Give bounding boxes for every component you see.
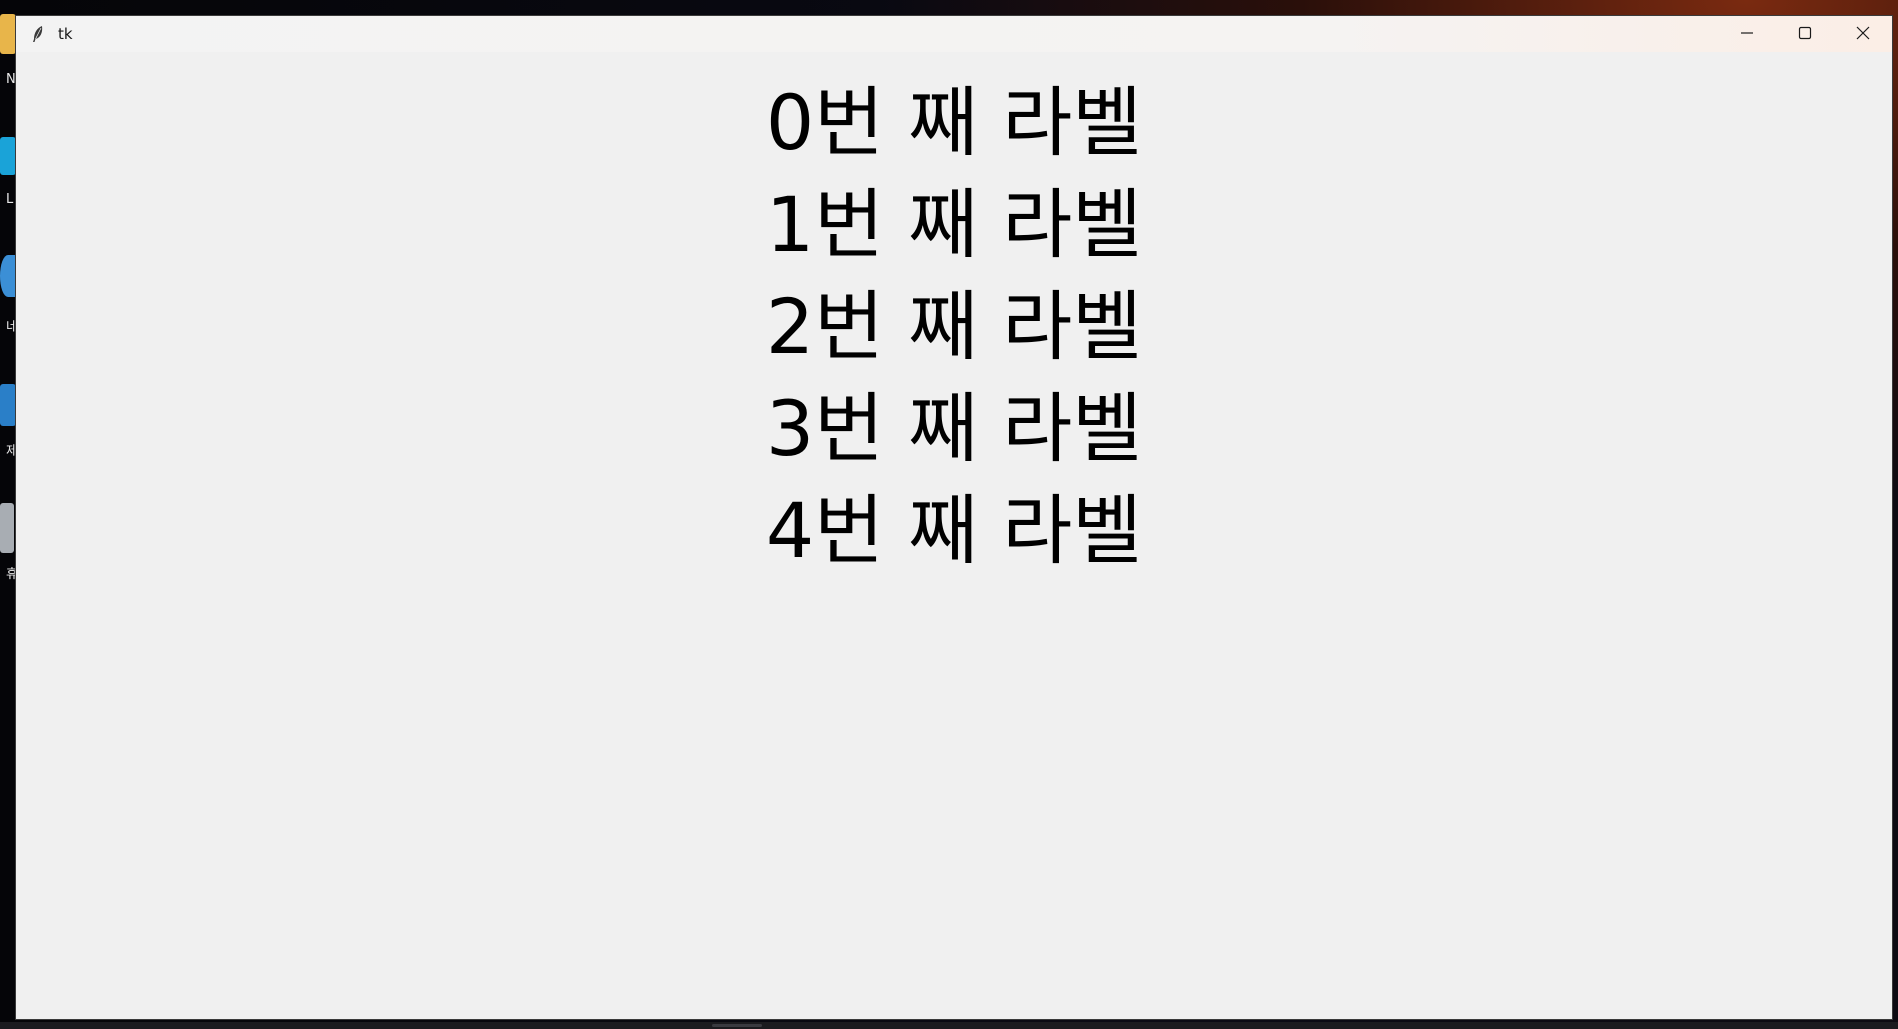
maximize-button[interactable]	[1776, 16, 1834, 52]
label-3: 3번 째 라벨	[765, 384, 1143, 473]
title-bar[interactable]: tk	[16, 16, 1892, 52]
recycle-bin-icon[interactable]	[0, 503, 14, 553]
maximize-icon	[1798, 25, 1812, 44]
taskbar-indicator	[712, 1024, 762, 1027]
label-4: 4번 째 라벨	[765, 486, 1143, 575]
minimize-button[interactable]	[1718, 16, 1776, 52]
feather-icon	[30, 26, 46, 42]
app-shortcut-icon[interactable]	[0, 137, 16, 175]
label-stack: 0번 째 라벨 1번 째 라벨 2번 째 라벨 3번 째 라벨 4번 째 라벨	[16, 72, 1892, 582]
tk-window: tk 0번 째 라벨 1번 째 라벨 2번 째 라벨 3번 째 라벨 4번 째 …	[16, 16, 1892, 1019]
window-title: tk	[58, 25, 73, 43]
taskbar-edge	[0, 1022, 1898, 1029]
window-client-area: 0번 째 라벨 1번 째 라벨 2번 째 라벨 3번 째 라벨 4번 째 라벨	[16, 52, 1892, 1019]
minimize-icon	[1740, 25, 1754, 44]
close-button[interactable]	[1834, 16, 1892, 52]
network-icon[interactable]	[0, 255, 16, 297]
label-2: 2번 째 라벨	[765, 282, 1143, 371]
caption-buttons	[1718, 16, 1892, 52]
label-1: 1번 째 라벨	[765, 180, 1143, 269]
folder-icon[interactable]	[0, 14, 16, 54]
label-0: 0번 째 라벨	[765, 78, 1143, 167]
close-icon	[1856, 25, 1870, 44]
control-panel-icon[interactable]	[0, 384, 16, 426]
